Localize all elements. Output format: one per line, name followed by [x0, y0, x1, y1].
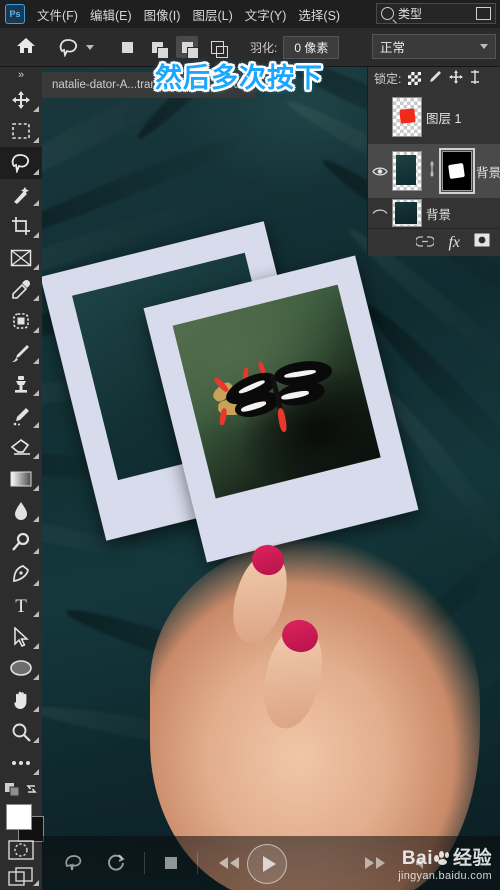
watermark-brand: Bai: [401, 848, 433, 869]
layer-name[interactable]: 图层 1: [426, 108, 461, 127]
layer-lock-row: 锁定:: [368, 66, 500, 90]
artboard-lock-icon[interactable]: [470, 69, 480, 87]
butterfly-photo: [172, 284, 381, 499]
layer-row-3[interactable]: 背景: [368, 198, 500, 228]
magic-wand-tool[interactable]: [0, 179, 42, 211]
watermark-brand-cn: 经验: [452, 848, 492, 869]
crop-tool[interactable]: [0, 210, 42, 242]
divider: [144, 852, 145, 874]
zoom-tool[interactable]: [0, 716, 42, 748]
svg-text:T: T: [15, 596, 27, 615]
menu-layer[interactable]: 图层(L): [192, 5, 232, 24]
menu-image[interactable]: 图像(I): [144, 5, 181, 24]
menu-select[interactable]: 选择(S): [298, 5, 340, 24]
butterfly-graphic: [210, 351, 343, 434]
gradient-tool[interactable]: [0, 463, 42, 495]
link-layers-icon[interactable]: [415, 234, 436, 252]
menu-type[interactable]: 文字(Y): [245, 5, 287, 24]
search-input[interactable]: 类型: [376, 3, 496, 24]
lasso-tool[interactable]: [0, 147, 42, 179]
menu-file[interactable]: 文件(F): [37, 5, 78, 24]
blend-mode-select[interactable]: 正常: [372, 34, 496, 59]
replay-icon[interactable]: [106, 853, 126, 873]
add-to-selection-button[interactable]: [146, 36, 169, 59]
default-colors-and-swap[interactable]: [0, 779, 42, 800]
feather-label: 羽化:: [250, 40, 278, 55]
foreground-color-swatch[interactable]: [6, 803, 32, 830]
clone-stamp-tool[interactable]: [0, 368, 42, 400]
type-tool[interactable]: T: [0, 590, 42, 622]
menu-edit[interactable]: 编辑(E): [90, 5, 132, 24]
layer-style-fx-icon[interactable]: fx: [448, 234, 460, 252]
transparency-lock-icon[interactable]: [408, 71, 422, 85]
layer-thumbnail[interactable]: [392, 97, 422, 137]
search-icon: [381, 7, 394, 20]
intersect-selection-button[interactable]: [206, 36, 228, 58]
selection-mode-group: [116, 36, 228, 59]
search-value: 类型: [398, 7, 423, 21]
move-tool[interactable]: [0, 84, 42, 116]
play-icon[interactable]: [247, 844, 287, 884]
dodge-tool[interactable]: [0, 526, 42, 558]
layer-mask-thumbnail[interactable]: [439, 148, 475, 194]
link-layers-icon[interactable]: [426, 160, 438, 182]
expand-toolbar-button[interactable]: »: [0, 66, 42, 84]
edit-toolbar-tool[interactable]: [0, 747, 42, 779]
photoshop-window: 网创意这代图形，手中了已作海报不抗能制作几海球戏#ps教程#ps技巧 Ps 文件…: [0, 0, 500, 890]
add-layer-mask-icon[interactable]: [474, 233, 490, 252]
frame-tool[interactable]: [0, 242, 42, 274]
pen-tool[interactable]: [0, 558, 42, 590]
eyedropper-tool[interactable]: [0, 274, 42, 306]
stop-icon[interactable]: [163, 855, 179, 871]
layer-visibility-toggle[interactable]: [372, 166, 388, 177]
layer-name[interactable]: 背景: [426, 204, 451, 223]
layer-thumbnail[interactable]: [392, 151, 422, 191]
baidu-watermark: Bai 经验 jingyan.baidu.com: [398, 843, 492, 882]
chevron-down-icon: [480, 44, 488, 49]
rewind-icon[interactable]: [216, 855, 242, 871]
layer-row-2[interactable]: 背景: [368, 144, 500, 198]
history-brush-tool[interactable]: [0, 400, 42, 432]
healing-brush-tool[interactable]: [0, 305, 42, 337]
layers-panel: 锁定: 图层 1 背景 背景 fx: [367, 66, 500, 256]
paw-icon: [433, 850, 453, 866]
image-icon[interactable]: [476, 7, 491, 20]
layers-panel-footer: fx: [368, 228, 500, 256]
divider: [197, 852, 198, 874]
new-selection-button[interactable]: [116, 36, 138, 58]
lock-label: 锁定:: [374, 71, 402, 86]
hand-tool[interactable]: [0, 684, 42, 716]
photoshop-logo-icon: Ps: [5, 4, 25, 24]
home-icon[interactable]: [16, 36, 36, 59]
lasso-icon: [59, 39, 78, 57]
share-icon[interactable]: [64, 854, 84, 872]
layer-name[interactable]: 背景: [476, 162, 500, 181]
tutorial-caption: 然后多次按下: [155, 63, 323, 93]
brush-lock-icon[interactable]: [428, 70, 442, 87]
quick-mask-icon[interactable]: [0, 836, 42, 863]
layer-row-1[interactable]: 图层 1: [368, 90, 500, 144]
layer-thumbnail[interactable]: [392, 199, 422, 227]
brush-tool[interactable]: [0, 337, 42, 369]
chevron-down-icon[interactable]: [86, 44, 94, 50]
layer-visibility-toggle[interactable]: [372, 208, 388, 219]
menu-bar: Ps 文件(F) 编辑(E) 图像(I) 图层(L) 文字(Y) 选择(S) 类…: [0, 0, 500, 28]
watermark-url: jingyan.baidu.com: [398, 870, 492, 882]
path-selection-tool[interactable]: [0, 621, 42, 653]
rectangular-marquee-tool[interactable]: [0, 116, 42, 148]
tools-panel: » T: [0, 66, 44, 890]
ellipse-shape-tool[interactable]: [0, 653, 42, 685]
eraser-tool[interactable]: [0, 432, 42, 464]
subtract-from-selection-button[interactable]: [176, 36, 199, 59]
color-swatches[interactable]: [0, 802, 44, 842]
blur-tool[interactable]: [0, 495, 42, 527]
screen-mode-icon[interactable]: [0, 863, 42, 890]
fastforward-icon[interactable]: [362, 855, 388, 871]
menu-items: 文件(F) 编辑(E) 图像(I) 图层(L) 文字(Y) 选择(S): [37, 5, 340, 24]
blend-mode-value: 正常: [380, 41, 406, 55]
move-lock-icon[interactable]: [449, 69, 464, 87]
active-tool-preset[interactable]: [58, 37, 94, 57]
